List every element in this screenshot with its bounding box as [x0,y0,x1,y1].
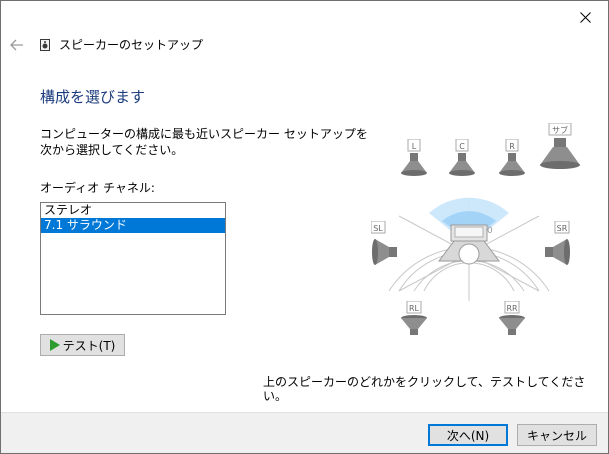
play-icon [49,339,60,351]
speaker-side-left[interactable]: SL [371,221,405,269]
speaker-app-icon [40,39,50,51]
back-arrow-icon [10,39,23,51]
test-button-label: テスト(T) [62,338,116,353]
speaker-label-r: R [509,142,515,151]
back-button[interactable] [8,36,26,54]
speaker-label-c: C [459,142,465,151]
speaker-label-rr: RR [506,304,518,313]
audio-channel-label: オーディオ チャネル: [40,181,155,195]
channel-option-stereo[interactable]: ステレオ [41,203,225,218]
next-button[interactable]: 次へ(N) [428,424,508,446]
instruction-text: コンピューターの構成に最も近いスピーカー セットアップを次から選択してください。 [40,127,368,157]
cancel-button[interactable]: キャンセル [517,424,597,446]
svg-text:0: 0 [487,226,493,236]
speaker-label-l: L [412,142,417,151]
close-icon [579,11,591,23]
speaker-front-right[interactable]: R [495,139,529,179]
close-button[interactable] [562,1,608,33]
channel-option-7-1-surround[interactable]: 7.1 サラウンド [41,218,225,233]
speaker-rear-right[interactable]: RR [495,301,529,337]
speaker-label-sub: サブ [552,125,568,135]
speaker-subwoofer[interactable]: サブ [537,123,583,171]
speaker-label-sl: SL [373,224,383,233]
speaker-front-left[interactable]: L [397,139,431,179]
speaker-label-sr: SR [557,224,568,233]
speaker-label-rl: RL [409,304,420,313]
window-title: スピーカーのセットアップ [59,38,204,52]
page-heading: 構成を選びます [40,88,146,106]
dialog-footer: 次へ(N) キャンセル [1,412,608,453]
audio-channel-listbox[interactable]: ステレオ 7.1 サラウンド [40,202,226,315]
speaker-diagram: 0 L C R サブ SL SR RL RR [369,121,589,341]
speaker-rear-left[interactable]: RL [397,301,431,337]
test-hint-text: 上のスピーカーのどれかをクリックして、テストしてください。 [263,375,586,403]
test-button[interactable]: テスト(T) [40,334,125,356]
speaker-center[interactable]: C [445,139,479,179]
speaker-setup-window: スピーカーのセットアップ 構成を選びます コンピューターの構成に最も近いスピーカ… [0,0,609,454]
speaker-side-right[interactable]: SR [537,221,571,269]
